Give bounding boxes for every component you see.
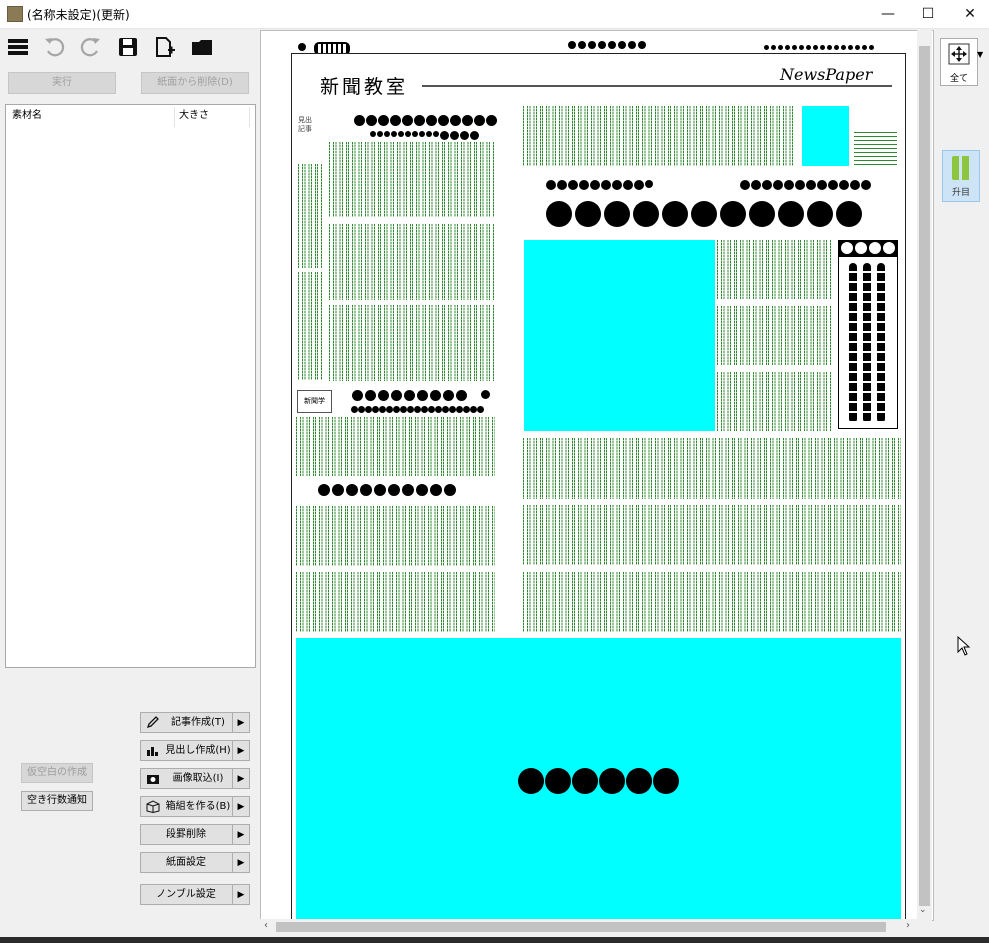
main-headline-dots <box>546 201 862 227</box>
new-page-icon[interactable] <box>153 36 177 58</box>
masthead-title: 新聞教室 <box>320 76 409 98</box>
play-arrow-icon[interactable]: ▶ <box>232 769 249 788</box>
issue-marker <box>764 45 874 50</box>
maximize-button[interactable]: ☐ <box>906 0 950 28</box>
page-number-settings-button[interactable]: ノンブル設定 ▶ <box>140 884 250 905</box>
close-button[interactable]: ✕ <box>948 0 989 28</box>
save-icon[interactable] <box>116 36 140 58</box>
text-column <box>296 506 495 566</box>
grid-view-button[interactable]: 升目 <box>942 150 980 202</box>
window-title: (名称未設定)(更新) <box>27 8 130 22</box>
run-button[interactable]: 実行 <box>8 72 116 94</box>
title-bar: (名称未設定)(更新) — ☐ ✕ <box>0 0 989 29</box>
undo-icon[interactable] <box>42 36 66 58</box>
caption-lines <box>854 132 897 166</box>
advertisement-placeholder[interactable] <box>296 638 901 920</box>
redo-icon[interactable] <box>79 36 103 58</box>
image-placeholder[interactable] <box>802 106 849 166</box>
headline-dots <box>352 390 490 401</box>
date-marker <box>568 41 646 49</box>
create-provisional-blank-button[interactable]: 仮空白の作成 <box>21 763 93 783</box>
import-image-button[interactable]: 画像取込(I) ▶ <box>140 768 250 789</box>
text-column <box>717 240 832 299</box>
text-column <box>329 224 495 300</box>
play-arrow-icon[interactable]: ▶ <box>232 853 249 872</box>
text-column <box>298 164 323 268</box>
play-arrow-icon[interactable]: ▶ <box>232 885 249 904</box>
masthead-rule <box>422 85 892 87</box>
newspaper-page[interactable]: 新聞教室 NewsPaper 見出 記事 新聞学 <box>291 53 906 920</box>
text-column <box>296 417 495 476</box>
text-column <box>296 572 495 632</box>
page-settings-button[interactable]: 紙面設定 ▶ <box>140 852 250 873</box>
taskbar-strip <box>0 937 989 943</box>
menu-icon[interactable] <box>6 36 30 58</box>
play-arrow-icon[interactable]: ▶ <box>232 825 249 844</box>
brand-logo: NewsPaper <box>780 65 873 84</box>
headline-dots <box>546 180 653 190</box>
subheadline-dots <box>351 406 484 413</box>
play-arrow-icon[interactable]: ▶ <box>232 797 249 816</box>
section-logo: 新聞学 <box>297 390 332 413</box>
app-icon <box>7 6 23 22</box>
move-arrows-icon <box>948 43 970 65</box>
text-column <box>329 305 495 381</box>
create-box-button[interactable]: 箱組を作る(B) ▶ <box>140 796 250 817</box>
create-headline-button[interactable]: 見出し作成(H) ▶ <box>140 740 250 761</box>
play-arrow-icon[interactable]: ▶ <box>232 713 249 732</box>
create-article-button[interactable]: 記事作成(T) ▶ <box>140 712 250 733</box>
notify-empty-lines-button[interactable]: 空き行数通知 <box>21 791 93 811</box>
text-column <box>523 438 901 499</box>
text-column <box>298 272 323 380</box>
headline-dots <box>740 180 871 190</box>
headline-mini-label: 見出 記事 <box>298 116 312 133</box>
text-column <box>717 372 832 431</box>
headline-dots <box>354 115 497 126</box>
text-column <box>523 505 901 565</box>
delete-column-rule-button[interactable]: 段罫削除 ▶ <box>140 824 250 845</box>
vertical-scroll-thumb[interactable] <box>919 46 930 906</box>
page-canvas[interactable]: 新聞教室 NewsPaper 見出 記事 新聞学 <box>260 30 934 921</box>
column-header-size[interactable]: 大きさ <box>179 105 209 127</box>
scroll-left-icon[interactable]: ‹ <box>264 920 268 931</box>
remove-from-page-button[interactable]: 紙面から削除(D) <box>141 72 249 94</box>
column-header-name[interactable]: 素材名 <box>12 105 42 127</box>
horizontal-scroll-thumb[interactable] <box>276 922 886 932</box>
text-column <box>523 106 796 166</box>
scroll-down-icon[interactable]: ⌄ <box>919 905 927 915</box>
box-article[interactable] <box>838 256 898 429</box>
page-number-marker <box>298 43 306 51</box>
text-column <box>717 306 832 365</box>
fit-dropdown-icon[interactable]: ▼ <box>977 50 983 59</box>
image-placeholder-main[interactable] <box>524 240 715 431</box>
box-header <box>838 240 898 256</box>
material-list[interactable]: 素材名 大きさ <box>5 104 256 668</box>
minimize-button[interactable]: — <box>866 0 910 28</box>
fit-all-button[interactable]: 全て <box>940 38 978 86</box>
text-column <box>523 572 901 632</box>
headline-dots <box>318 484 456 496</box>
play-arrow-icon[interactable]: ▶ <box>232 741 249 760</box>
open-folder-icon[interactable] <box>190 36 214 58</box>
scroll-right-icon[interactable]: › <box>906 920 910 931</box>
mouse-cursor-icon <box>957 635 971 659</box>
subheadline-dots <box>370 131 479 140</box>
text-column <box>329 142 495 217</box>
grid-view-icon <box>952 156 970 180</box>
